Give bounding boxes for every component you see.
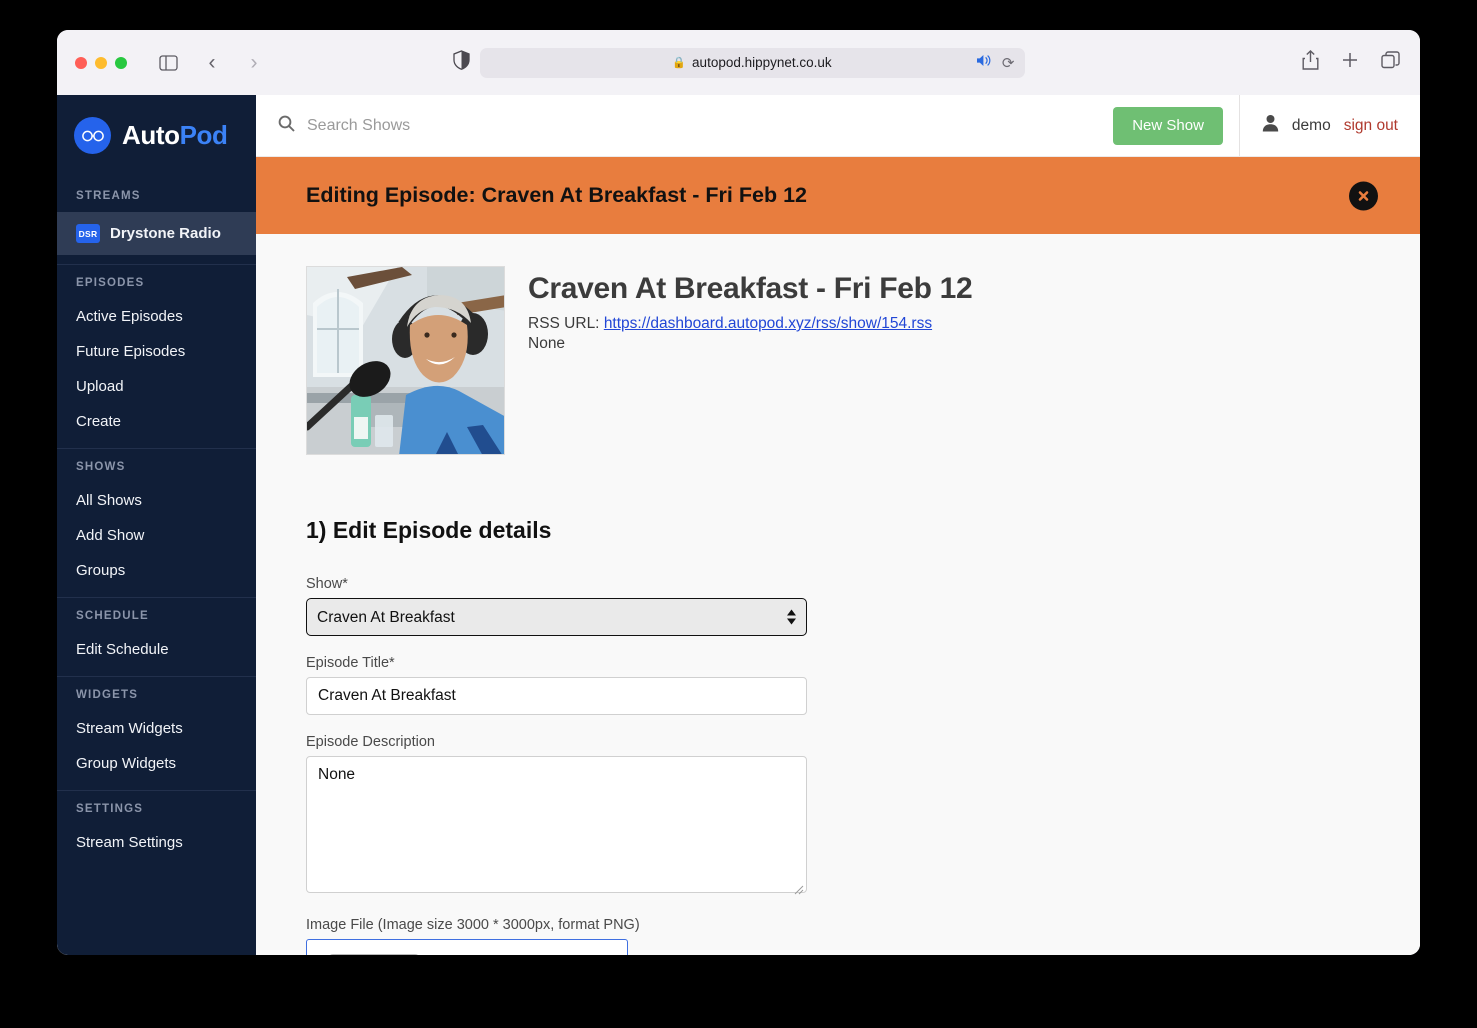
lock-icon: 🔒 bbox=[672, 57, 687, 69]
rss-url-link[interactable]: https://dashboard.autopod.xyz/rss/show/1… bbox=[604, 315, 932, 332]
sidebar-item-label: Stream Settings bbox=[76, 834, 183, 851]
sidebar-item-drystone-radio[interactable]: DSR Drystone Radio bbox=[57, 212, 256, 255]
sidebar-section-episodes-label: EPISODES bbox=[76, 277, 145, 289]
choose-file-button[interactable]: Choose File bbox=[328, 954, 421, 955]
sidebar-item-label: Create bbox=[76, 413, 122, 430]
brand-name-part-a: Auto bbox=[122, 120, 180, 150]
brand-name-part-b: Pod bbox=[179, 120, 228, 150]
image-file-label: Image File (Image size 3000 * 3000px, fo… bbox=[306, 917, 640, 933]
search-area bbox=[256, 115, 1113, 137]
minimize-window-button[interactable] bbox=[95, 56, 107, 69]
sidebar-item-stream-widgets[interactable]: Stream Widgets bbox=[57, 711, 256, 746]
app-header: New Show demo sign out bbox=[256, 95, 1420, 157]
sidebar-section-settings-label: SETTINGS bbox=[76, 803, 144, 815]
brand-logo[interactable]: AutoPod bbox=[57, 95, 256, 178]
account-area: demo sign out bbox=[1238, 95, 1420, 156]
sidebar-item-label: Edit Schedule bbox=[76, 641, 169, 658]
sidebar-item-stream-settings[interactable]: Stream Settings bbox=[57, 825, 256, 860]
image-file-input[interactable]: Choose File no file selected bbox=[306, 939, 628, 955]
tab-overview-icon[interactable] bbox=[1381, 51, 1400, 74]
address-bar-actions: ⟳ bbox=[976, 54, 1015, 72]
sidebar-item-label: Add Show bbox=[76, 527, 145, 544]
close-circle-icon[interactable] bbox=[1349, 181, 1378, 210]
page-viewport: AutoPod STREAMS DSR Drystone Radio EPISO… bbox=[57, 95, 1420, 955]
sidebar-section-streams-label: STREAMS bbox=[76, 190, 141, 202]
sidebar-item-active-episodes[interactable]: Active Episodes bbox=[57, 299, 256, 334]
maximize-window-button[interactable] bbox=[115, 56, 127, 69]
url-display: 🔒 autopod.hippynet.co.uk bbox=[480, 55, 1025, 70]
form-section-title: 1) Edit Episode details bbox=[306, 517, 552, 543]
episode-thumbnail bbox=[306, 266, 505, 455]
sidebar-section-schedule-label: SCHEDULE bbox=[76, 610, 149, 622]
navigation-buttons: ‹ › bbox=[197, 48, 269, 78]
sidebar: AutoPod STREAMS DSR Drystone Radio EPISO… bbox=[57, 95, 256, 955]
episode-description-preview: None bbox=[528, 335, 566, 352]
dsr-badge-icon: DSR bbox=[76, 224, 100, 243]
rss-label: RSS URL: bbox=[528, 315, 600, 332]
sidebar-item-label: Upload bbox=[76, 378, 124, 395]
browser-window: ‹ › 🔒 autopod.hippynet.co.uk ⟳ AutoPod S… bbox=[57, 30, 1420, 955]
sidebar-section-shows-label: SHOWS bbox=[76, 461, 126, 473]
sidebar-item-label: Drystone Radio bbox=[110, 225, 221, 242]
sidebar-item-label: Groups bbox=[76, 562, 126, 579]
address-bar-group: 🔒 autopod.hippynet.co.uk ⟳ bbox=[452, 47, 1025, 78]
sidebar-toggle-icon[interactable] bbox=[153, 48, 183, 78]
banner-title: Editing Episode: Craven At Breakfast - F… bbox=[306, 183, 807, 207]
episode-rss-row: RSS URL: https://dashboard.autopod.xyz/r… bbox=[528, 315, 972, 333]
privacy-shield-icon[interactable] bbox=[452, 50, 470, 75]
window-controls bbox=[75, 56, 127, 69]
sidebar-item-future-episodes[interactable]: Future Episodes bbox=[57, 334, 256, 369]
person-icon bbox=[1262, 114, 1279, 137]
sidebar-item-label: All Shows bbox=[76, 492, 142, 509]
episode-description-textarea[interactable] bbox=[306, 756, 807, 893]
field-show: Show* Craven At Breakfast bbox=[306, 576, 807, 636]
sign-out-link[interactable]: sign out bbox=[1344, 117, 1398, 135]
forward-button[interactable]: › bbox=[239, 48, 269, 78]
sidebar-item-label: Active Episodes bbox=[76, 308, 183, 325]
sidebar-item-create[interactable]: Create bbox=[57, 404, 256, 439]
main-column: New Show demo sign out Editing Episode: … bbox=[256, 95, 1420, 955]
new-show-button[interactable]: New Show bbox=[1113, 106, 1223, 145]
sidebar-item-group-widgets[interactable]: Group Widgets bbox=[57, 746, 256, 781]
address-bar[interactable]: 🔒 autopod.hippynet.co.uk ⟳ bbox=[479, 47, 1025, 78]
episode-header: Craven At Breakfast - Fri Feb 12 RSS URL… bbox=[306, 266, 1420, 455]
field-image-file: Image File (Image size 3000 * 3000px, fo… bbox=[306, 917, 807, 955]
browser-toolbar: ‹ › 🔒 autopod.hippynet.co.uk ⟳ bbox=[57, 30, 1420, 95]
speaker-icon[interactable] bbox=[976, 54, 992, 72]
back-button[interactable]: ‹ bbox=[197, 48, 227, 78]
plus-icon[interactable] bbox=[1341, 51, 1359, 74]
episode-meta: Craven At Breakfast - Fri Feb 12 RSS URL… bbox=[528, 266, 973, 455]
sidebar-item-upload[interactable]: Upload bbox=[57, 369, 256, 404]
url-text: autopod.hippynet.co.uk bbox=[692, 55, 832, 70]
show-select[interactable]: Craven At Breakfast bbox=[306, 598, 807, 636]
show-select-wrapper: Craven At Breakfast bbox=[306, 598, 807, 636]
toolbar-right-actions bbox=[1302, 50, 1400, 75]
search-icon bbox=[278, 115, 295, 137]
glasses-icon bbox=[74, 117, 111, 154]
sidebar-section-widgets-label: WIDGETS bbox=[76, 689, 139, 701]
search-input[interactable] bbox=[307, 116, 727, 135]
sidebar-item-groups[interactable]: Groups bbox=[57, 553, 256, 588]
editing-banner: Editing Episode: Craven At Breakfast - F… bbox=[256, 157, 1420, 234]
close-window-button[interactable] bbox=[75, 56, 87, 69]
field-episode-description: Episode Description bbox=[306, 734, 807, 898]
sidebar-item-add-show[interactable]: Add Show bbox=[57, 518, 256, 553]
episode-title: Craven At Breakfast - Fri Feb 12 bbox=[528, 272, 973, 305]
episode-description-label: Episode Description bbox=[306, 734, 435, 750]
show-label: Show* bbox=[306, 576, 348, 592]
content-area: Craven At Breakfast - Fri Feb 12 RSS URL… bbox=[256, 234, 1420, 955]
field-episode-title: Episode Title* bbox=[306, 655, 807, 715]
sidebar-item-label: Future Episodes bbox=[76, 343, 186, 360]
episode-description-wrapper bbox=[306, 756, 807, 898]
username-label: demo bbox=[1291, 116, 1331, 134]
episode-title-label: Episode Title* bbox=[306, 655, 395, 671]
sidebar-item-all-shows[interactable]: All Shows bbox=[57, 483, 256, 518]
sidebar-item-label: Stream Widgets bbox=[76, 720, 183, 737]
share-icon[interactable] bbox=[1302, 50, 1319, 75]
sidebar-item-label: Group Widgets bbox=[76, 755, 177, 772]
brand-name: AutoPod bbox=[122, 120, 228, 151]
episode-title-input[interactable] bbox=[306, 677, 807, 715]
sidebar-item-edit-schedule[interactable]: Edit Schedule bbox=[57, 632, 256, 667]
reload-icon[interactable]: ⟳ bbox=[1002, 54, 1015, 72]
